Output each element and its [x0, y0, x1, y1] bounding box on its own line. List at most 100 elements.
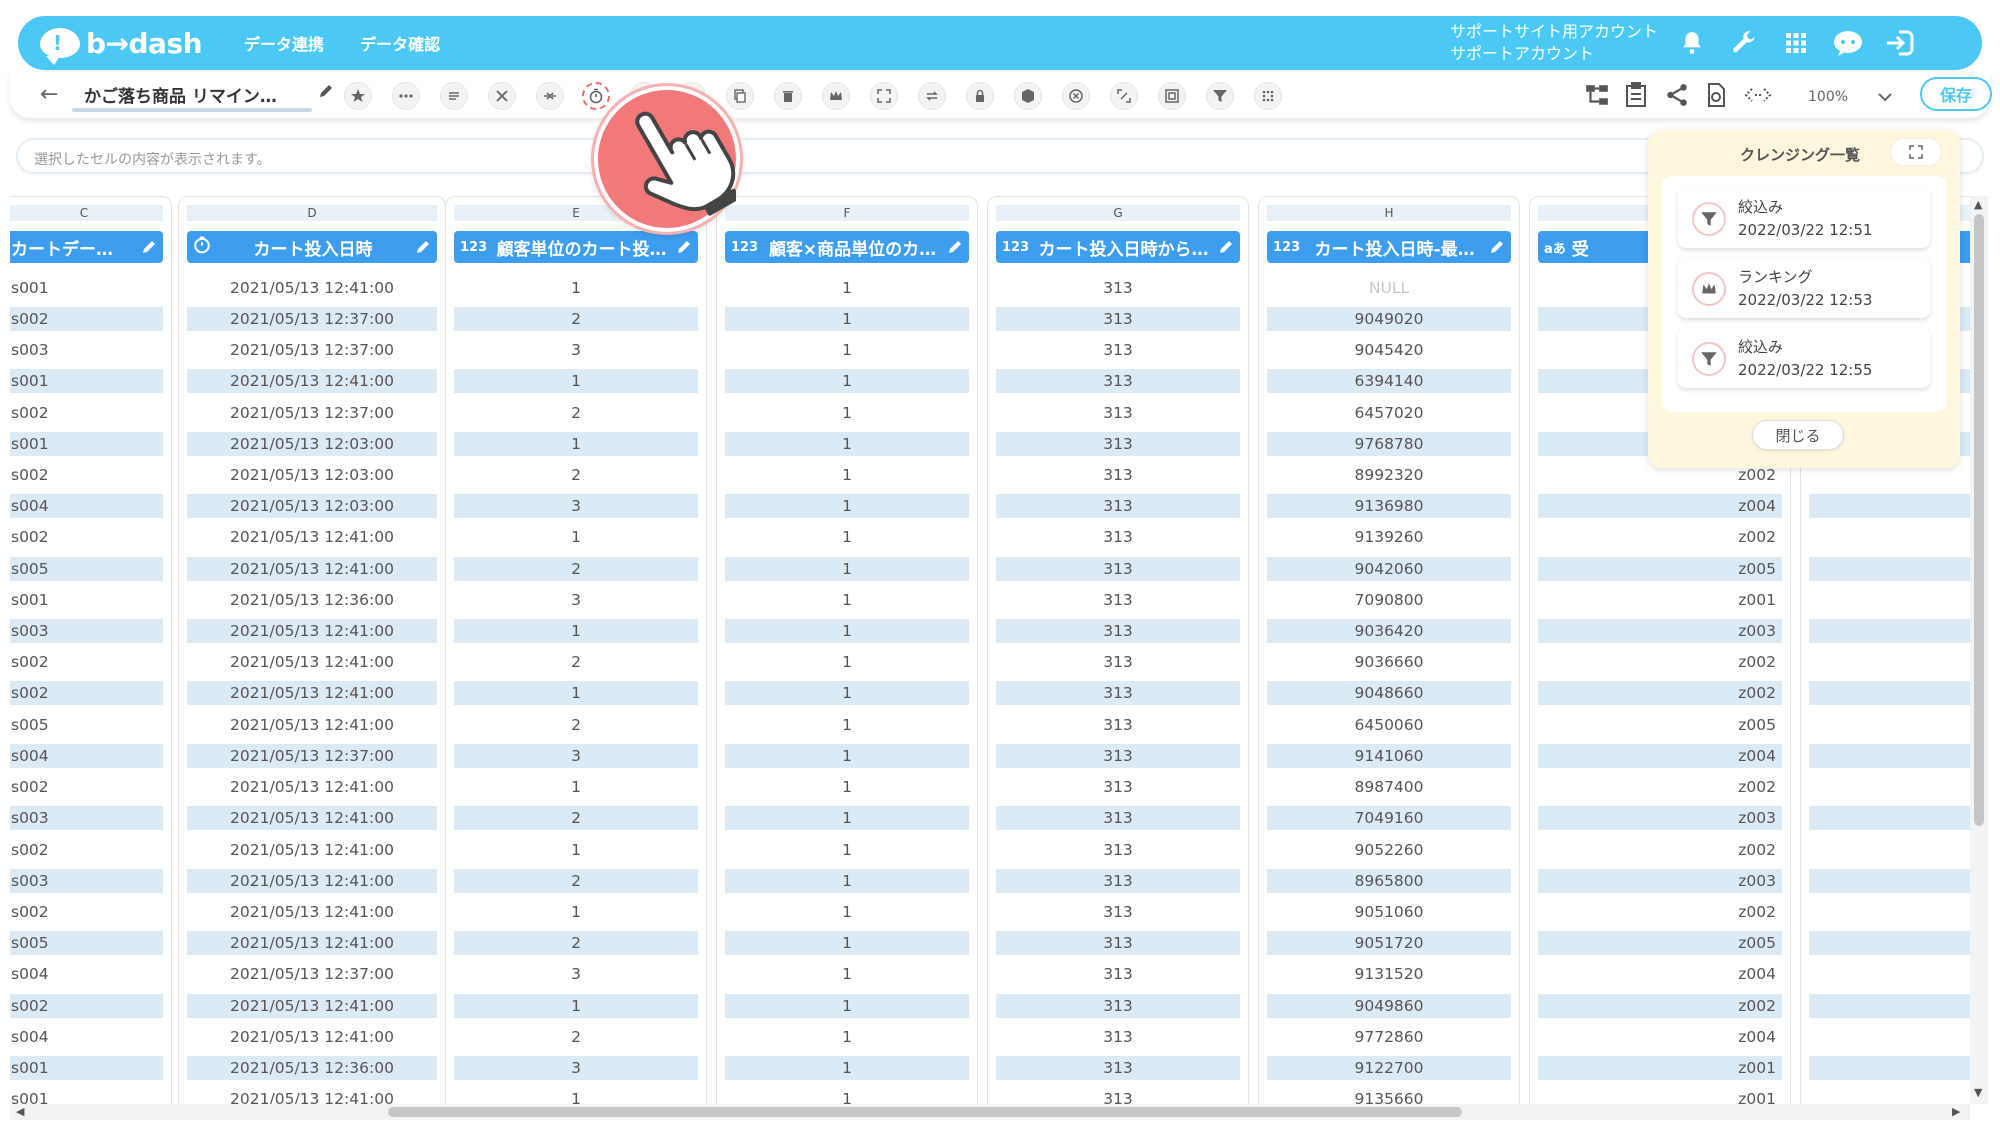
table-cell[interactable]: 1 — [725, 584, 969, 615]
table-cell[interactable]: 313 — [996, 959, 1240, 990]
table-cell[interactable]: s001 — [10, 584, 163, 615]
table-cell[interactable]: 2 — [454, 647, 698, 678]
share-icon[interactable] — [1664, 82, 1690, 112]
table-cell[interactable]: 313 — [996, 993, 1240, 1018]
table-cell[interactable]: 2021/05/13 12:37:00 — [187, 334, 437, 365]
table-cell[interactable]: 1 — [725, 1021, 969, 1052]
crown-icon[interactable] — [822, 82, 850, 110]
vertical-scrollbar[interactable]: ▲ ▼ — [1970, 196, 1988, 1104]
refresh-document-icon[interactable] — [1704, 82, 1728, 112]
table-cell[interactable]: 1 — [725, 272, 969, 303]
table-cell[interactable]: z002 — [1538, 772, 1782, 803]
table-cell[interactable]: z002 — [1538, 647, 1782, 678]
table-cell[interactable]: 313 — [996, 834, 1240, 865]
table-cell[interactable]: 9048660 — [1267, 681, 1511, 706]
table-cell[interactable]: z005 — [1538, 931, 1782, 956]
table-cell[interactable]: 2 — [454, 1021, 698, 1052]
table-cell[interactable]: 9135660 — [1267, 1084, 1511, 1104]
table-cell[interactable]: s002 — [10, 397, 163, 428]
edit-column-pencil-icon[interactable] — [947, 239, 963, 255]
table-cell[interactable]: 1 — [454, 431, 698, 456]
table-cell[interactable]: 9045420 — [1267, 334, 1511, 365]
code-toggle-icon[interactable] — [1744, 82, 1772, 112]
table-cell[interactable]: 9122700 — [1267, 1056, 1511, 1081]
table-cell[interactable]: s003 — [10, 806, 163, 831]
table-cell[interactable]: z002 — [1538, 896, 1782, 927]
cancel-circle-icon[interactable] — [1062, 82, 1090, 110]
account-info[interactable]: サポートサイト用アカウント サポートアカウント — [1450, 21, 1658, 65]
table-cell[interactable]: s002 — [10, 772, 163, 803]
table-cell[interactable]: z002 — [1538, 522, 1782, 553]
scroll-right-icon[interactable]: ▶ — [1952, 1105, 1960, 1118]
filter-icon[interactable] — [1206, 82, 1234, 110]
table-cell[interactable]: 1 — [725, 896, 969, 927]
table-cell[interactable]: m002 — [1809, 993, 1980, 1018]
cleansing-item[interactable]: 絞込み 2022/03/22 12:55 — [1678, 328, 1930, 388]
star-icon[interactable] — [344, 82, 372, 110]
table-cell[interactable]: 2021/05/13 12:41:00 — [187, 272, 437, 303]
table-cell[interactable]: s002 — [10, 993, 163, 1018]
table-cell[interactable]: 9052260 — [1267, 834, 1511, 865]
column-header[interactable]: 123 顧客×商品単位のカ… — [725, 231, 969, 263]
table-cell[interactable]: 9051060 — [1267, 896, 1511, 927]
column-header[interactable]: カートデー… — [10, 231, 163, 263]
column-header[interactable]: 123 カート投入日時-最… — [1267, 231, 1511, 263]
more-dots-icon[interactable] — [392, 82, 420, 110]
table-cell[interactable]: z004 — [1538, 494, 1782, 519]
edit-column-pencil-icon[interactable] — [676, 239, 692, 255]
table-cell[interactable]: 9049020 — [1267, 306, 1511, 331]
vertical-scroll-thumb[interactable] — [1974, 214, 1984, 826]
table-cell[interactable]: s002 — [10, 834, 163, 865]
table-cell[interactable]: 2021/05/13 12:41:00 — [187, 556, 437, 581]
table-cell[interactable]: m002 — [1809, 681, 1980, 706]
table-cell[interactable]: s004 — [10, 959, 163, 990]
table-cell[interactable]: z004 — [1538, 743, 1782, 768]
column-header[interactable]: カート投入日時 — [187, 231, 437, 263]
table-cell[interactable]: 2 — [454, 931, 698, 956]
table-cell[interactable]: 1 — [725, 556, 969, 581]
table-cell[interactable]: m001 — [1809, 584, 1980, 615]
table-cell[interactable]: s002 — [10, 522, 163, 553]
table-cell[interactable]: 1 — [725, 431, 969, 456]
table-cell[interactable]: m005 — [1809, 709, 1980, 740]
table-cell[interactable]: m002 — [1809, 647, 1980, 678]
table-cell[interactable]: m005 — [1809, 931, 1980, 956]
table-cell[interactable]: 2021/05/13 12:41:00 — [187, 993, 437, 1018]
table-cell[interactable]: 7090800 — [1267, 584, 1511, 615]
table-cell[interactable]: z001 — [1538, 1056, 1782, 1081]
horizontal-scrollbar[interactable]: ◀ ▶ — [10, 1104, 1970, 1120]
table-cell[interactable]: 1 — [454, 619, 698, 644]
table-cell[interactable]: 1 — [454, 1084, 698, 1104]
table-cell[interactable]: m004 — [1809, 743, 1980, 768]
table-cell[interactable]: 6457020 — [1267, 397, 1511, 428]
table-cell[interactable]: 2021/05/13 12:36:00 — [187, 1056, 437, 1081]
table-cell[interactable]: 313 — [996, 334, 1240, 365]
table-cell[interactable]: 9772860 — [1267, 1021, 1511, 1052]
table-cell[interactable]: 1 — [725, 709, 969, 740]
logout-icon[interactable] — [1884, 27, 1916, 59]
table-cell[interactable]: s003 — [10, 619, 163, 644]
table-cell[interactable]: 1 — [454, 681, 698, 706]
table-cell[interactable]: m001 — [1809, 1084, 1980, 1104]
table-cell[interactable]: m002 — [1809, 522, 1980, 553]
flow-diagram-icon[interactable] — [1584, 82, 1610, 112]
table-cell[interactable]: z003 — [1538, 868, 1782, 893]
table-cell[interactable]: 313 — [996, 681, 1240, 706]
table-cell[interactable]: 1 — [454, 272, 698, 303]
table-cell[interactable]: 313 — [996, 494, 1240, 519]
clipboard-icon[interactable] — [1624, 82, 1648, 112]
table-cell[interactable]: 313 — [996, 647, 1240, 678]
table-cell[interactable]: s004 — [10, 494, 163, 519]
table-cell[interactable]: m005 — [1809, 556, 1980, 581]
table-cell[interactable]: 1 — [725, 868, 969, 893]
table-cell[interactable]: 2021/05/13 12:41:00 — [187, 1084, 437, 1104]
cleansing-item[interactable]: ランキング 2022/03/22 12:53 — [1678, 258, 1930, 318]
table-cell[interactable]: 2021/05/13 12:03:00 — [187, 431, 437, 456]
table-cell[interactable]: 2021/05/13 12:41:00 — [187, 834, 437, 865]
table-cell[interactable]: z003 — [1538, 806, 1782, 831]
table-cell[interactable]: s003 — [10, 868, 163, 893]
table-cell[interactable]: 1 — [454, 369, 698, 394]
table-cell[interactable]: 313 — [996, 431, 1240, 456]
table-cell[interactable]: 3 — [454, 494, 698, 519]
table-cell[interactable]: 2021/05/13 12:41:00 — [187, 681, 437, 706]
